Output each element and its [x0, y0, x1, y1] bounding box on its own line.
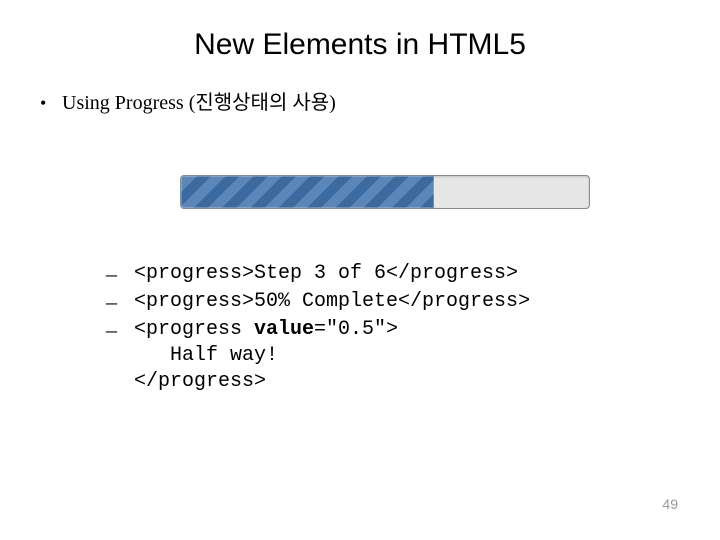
code-frag: Half way!: [134, 344, 278, 367]
code-examples: – <progress>Step 3 of 6</progress> – <pr…: [106, 261, 680, 395]
slide-content: • Using Progress (진행상태의 사용) – <progress>…: [0, 62, 720, 395]
bullet-dot-icon: •: [40, 93, 62, 114]
bullet-text: Using Progress (진행상태의 사용): [62, 86, 336, 115]
dash-icon: –: [106, 317, 134, 343]
bullet-using-progress: • Using Progress (진행상태의 사용): [40, 86, 680, 115]
code-frag-bold: value: [254, 318, 314, 341]
code-line: – <progress>50% Complete</progress>: [106, 289, 680, 315]
code-text: <progress value="0.5"> Half way! </progr…: [134, 317, 398, 395]
code-frag: ="0.5">: [314, 318, 398, 341]
slide-title: New Elements in HTML5: [0, 0, 720, 62]
bullet-text-c: (진행상태의 사용): [184, 92, 336, 114]
code-line: – <progress value="0.5"> Half way! </pro…: [106, 317, 680, 395]
progress-bar: [180, 175, 590, 209]
code-text: <progress>Step 3 of 6</progress>: [134, 261, 518, 287]
code-text: <progress>50% Complete</progress>: [134, 289, 530, 315]
code-line: – <progress>Step 3 of 6</progress>: [106, 261, 680, 287]
bullet-text-b: Progress: [115, 92, 184, 114]
code-frag: <progress: [134, 318, 254, 341]
page-number: 49: [662, 496, 678, 512]
dash-icon: –: [106, 289, 134, 315]
code-frag: </progress>: [134, 370, 266, 393]
progress-bar-fill: [181, 176, 434, 208]
dash-icon: –: [106, 261, 134, 287]
bullet-text-a: Using: [62, 92, 115, 114]
